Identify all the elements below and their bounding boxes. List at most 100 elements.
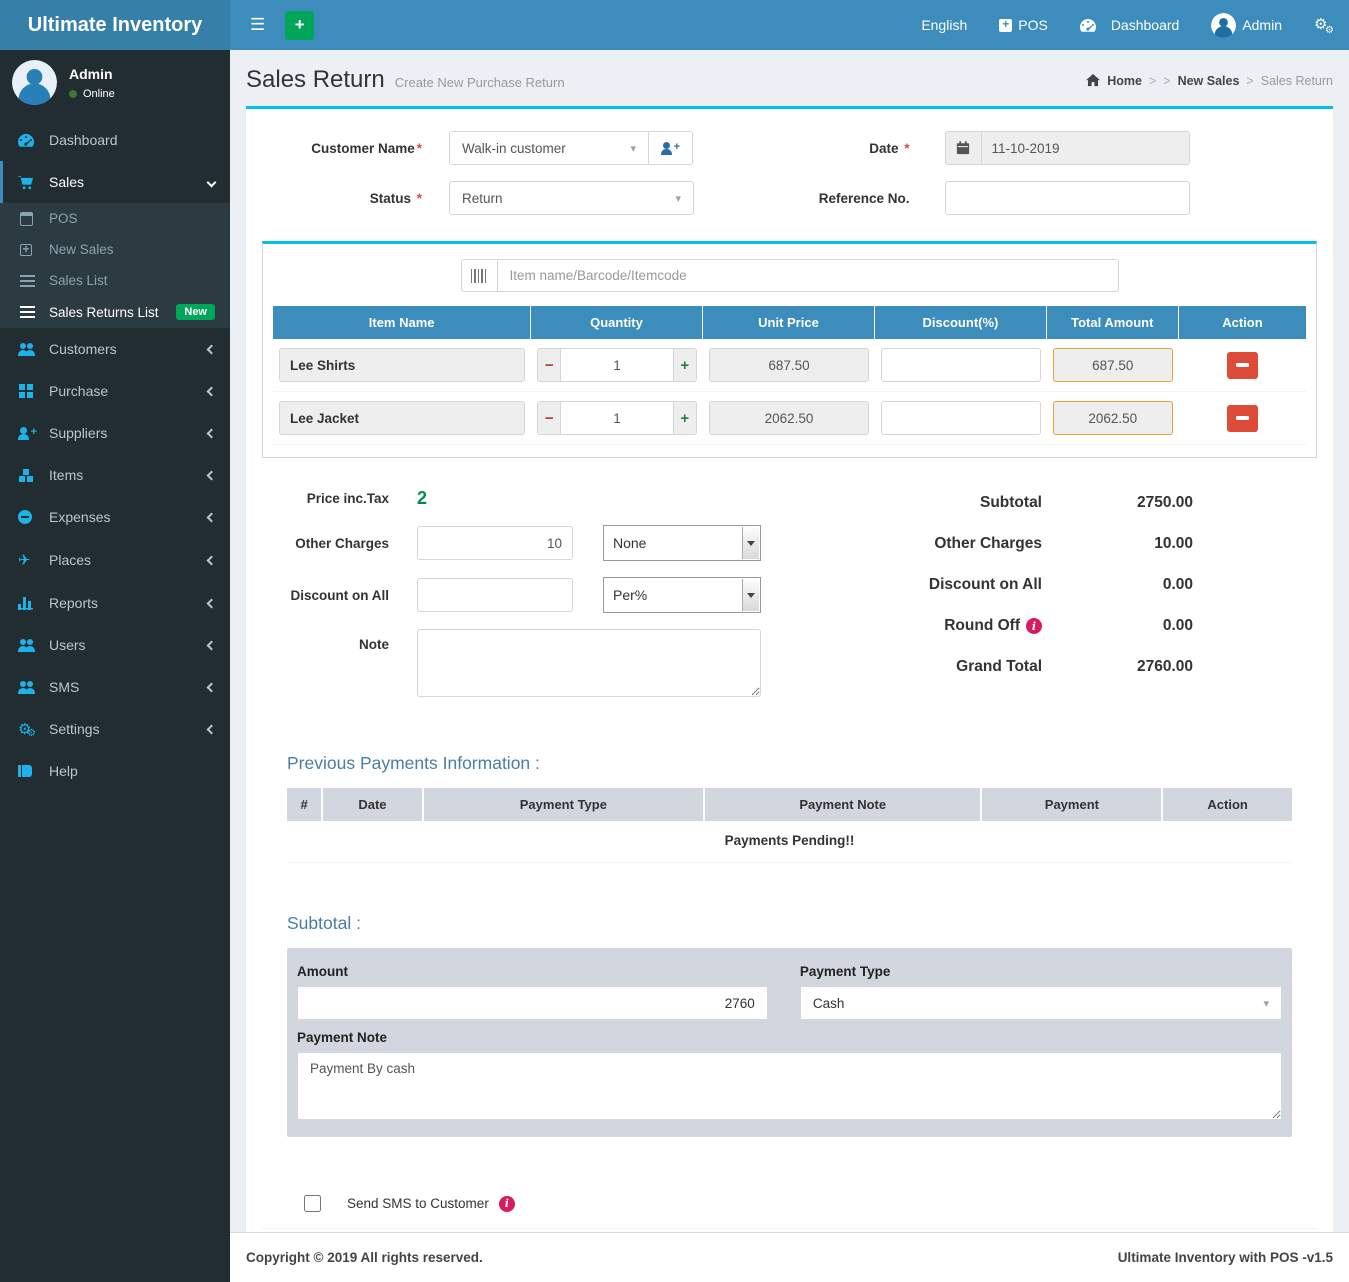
quantity-input[interactable] [561,349,672,381]
calculator-icon [20,212,42,226]
table-row [273,392,1306,445]
sidebar-item-sms[interactable]: SMS [0,666,230,708]
items-table: Item Name Quantity Unit Price Discount(%… [273,306,1306,445]
sidebar-item-users[interactable]: Users [0,624,230,666]
user-menu[interactable]: Admin [1211,13,1282,38]
language-menu[interactable]: English [921,17,967,33]
sidebar-item-pos[interactable]: POS [0,203,230,234]
round-off-label: Round Off [944,617,1020,635]
quantity-increase-button[interactable] [673,402,696,434]
customer-select[interactable]: Walk-in customer ▾ [449,131,649,165]
other-charges-input[interactable] [417,526,573,560]
users-icon [18,681,42,694]
sidebar-item-dashboard[interactable]: Dashboard [0,119,230,161]
add-customer-button[interactable]: + [649,131,693,165]
breadcrumb-home[interactable]: Home [1107,74,1142,88]
reference-no-label: Reference No. [790,191,910,206]
charges-section: Price inc.Tax 2 Other Charges None Disco… [262,488,853,713]
tachometer-icon [18,134,42,147]
send-sms-label: Send SMS to Customer [347,1196,489,1211]
price-inc-tax-value: 2 [417,488,427,509]
sidebar-item-sales[interactable]: Sales [0,161,230,203]
payment-type-select[interactable]: Cash ▾ [800,986,1282,1020]
quick-add-button[interactable]: + [285,11,314,40]
sidebar-item-customers[interactable]: Customers [0,328,230,370]
paper-plane-icon [18,551,42,569]
discount-on-all-input[interactable] [417,578,573,612]
other-charges-tax-select[interactable]: None [603,525,761,561]
remove-item-button[interactable] [1227,405,1258,432]
chevron-left-icon [207,724,217,734]
amount-input[interactable] [297,986,768,1020]
grid-icon [18,383,42,399]
app-window: Ultimate Inventory ☰ + English POS Dashb… [0,0,1349,1282]
sales-submenu: POS New Sales Sales List Sales Returns L… [0,203,230,328]
sidebar-item-items[interactable]: Items [0,454,230,496]
bar-chart-icon [18,597,42,610]
price-inc-tax-label: Price inc.Tax [274,491,389,506]
payment-type-label: Payment Type [800,964,1282,979]
info-icon[interactable] [1026,618,1042,634]
settings-gears-icon[interactable] [1314,17,1334,34]
status-select[interactable]: Return ▾ [449,181,694,215]
nav-dashboard-link[interactable]: Dashboard [1080,17,1180,33]
avatar [12,60,57,105]
quantity-stepper [537,401,696,435]
items-box: Item Name Quantity Unit Price Discount(%… [262,241,1317,458]
grand-total-value: 2760.00 [1042,658,1193,676]
sidebar-item-suppliers[interactable]: + Suppliers [0,412,230,454]
nav-pos-link[interactable]: POS [999,17,1048,33]
sidebar-item-sales-returns-list[interactable]: Sales Returns List New [0,296,230,328]
sidebar-item-help[interactable]: Help [0,750,230,792]
sidebar-toggle-icon[interactable]: ☰ [242,15,273,35]
quantity-decrease-button[interactable] [538,402,561,434]
sidebar-item-places[interactable]: Places [0,538,230,582]
sidebar-item-purchase[interactable]: Purchase [0,370,230,412]
reference-no-input[interactable] [945,181,1190,215]
item-name-input [279,401,525,435]
info-icon[interactable] [499,1196,515,1212]
sms-row: Send SMS to Customer [304,1195,1317,1212]
online-status-dot [69,90,77,98]
payment-note-textarea[interactable]: Payment By cash [297,1052,1282,1120]
remove-item-button[interactable] [1227,352,1258,379]
chevron-down-icon: ▾ [675,192,681,205]
discount-input[interactable] [881,401,1040,435]
minus-icon [1236,416,1249,420]
book-icon [18,765,42,777]
chevron-left-icon [207,386,217,396]
breadcrumb: Home > > New Sales > Sales Return [1086,74,1333,88]
previous-payments-heading: Previous Payments Information : [262,753,1317,774]
chevron-left-icon [207,598,217,608]
sidebar-item-settings[interactable]: Settings [0,708,230,750]
sidebar-user-name: Admin [69,66,115,82]
payments-pending-message: Payments Pending!! [287,821,1292,863]
brand-logo[interactable]: Ultimate Inventory [0,0,230,50]
chevron-down-icon [742,579,759,611]
sidebar-item-sales-list[interactable]: Sales List [0,265,230,296]
breadcrumb-new-sales[interactable]: New Sales [1178,74,1240,88]
calendar-icon [945,131,981,165]
quantity-decrease-button[interactable] [538,349,561,381]
version-text: Ultimate Inventory with POS -v1.5 [1118,1250,1333,1265]
avatar [1211,13,1236,38]
payment-panel: Amount Payment Type Cash ▾ Payment Note … [287,948,1292,1137]
list-icon [20,306,42,318]
send-sms-checkbox[interactable] [304,1195,321,1212]
discount-type-select[interactable]: Per% [603,577,761,613]
quantity-input[interactable] [561,402,672,434]
item-search-input[interactable] [497,259,1119,292]
sidebar-item-reports[interactable]: Reports [0,582,230,624]
total-amount-input [1053,401,1173,435]
new-badge: New [176,304,215,320]
sidebar-item-expenses[interactable]: Expenses [0,496,230,538]
previous-payments-table: # Date Payment Type Payment Note Payment… [287,788,1292,863]
note-textarea[interactable] [417,629,761,697]
discount-input[interactable] [881,348,1040,382]
other-charges-total-value: 10.00 [1042,535,1193,553]
note-label: Note [274,637,389,652]
sidebar-item-new-sales[interactable]: New Sales [0,234,230,265]
quantity-increase-button[interactable] [673,349,696,381]
amount-label: Amount [297,964,768,979]
top-navbar: Ultimate Inventory ☰ + English POS Dashb… [0,0,1349,50]
